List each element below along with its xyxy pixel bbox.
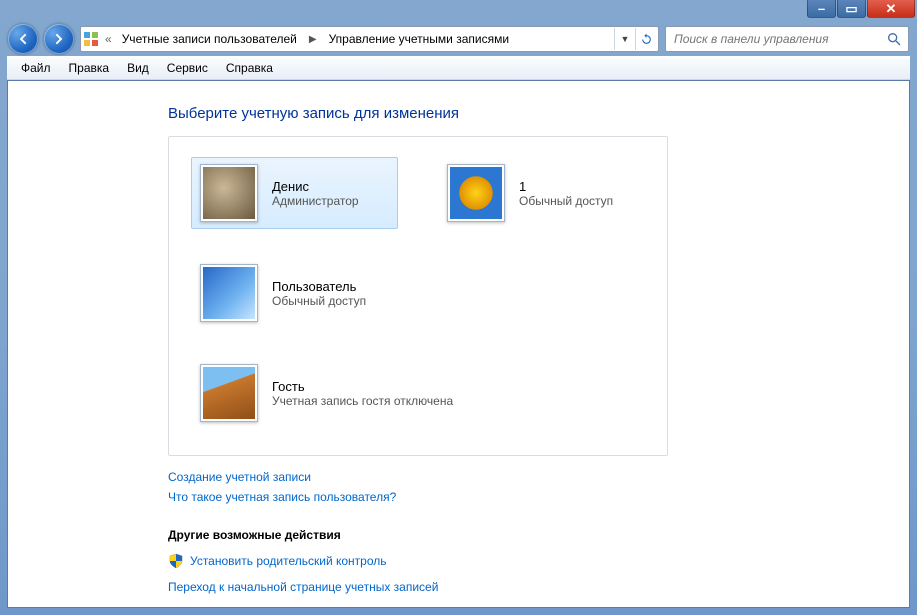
- control-panel-icon: [83, 31, 99, 47]
- avatar-suitcase-icon: [203, 367, 255, 419]
- menu-help[interactable]: Справка: [218, 59, 281, 77]
- menu-bar: Файл Правка Вид Сервис Справка: [7, 56, 910, 80]
- account-item-1[interactable]: 1 Обычный доступ: [438, 157, 645, 229]
- maximize-icon: ▭: [845, 1, 857, 17]
- content-area: Выберите учетную запись для изменения Де…: [8, 81, 909, 608]
- menu-file[interactable]: Файл: [13, 59, 59, 77]
- account-role: Администратор: [272, 194, 359, 208]
- other-actions-heading: Другие возможные действия: [168, 528, 889, 542]
- minimize-button[interactable]: –: [807, 0, 836, 18]
- account-name: 1: [519, 179, 613, 194]
- goto-accounts-home-link[interactable]: Переход к начальной странице учетных зап…: [168, 580, 889, 594]
- nav-row: « Учетные записи пользователей ▶ Управле…: [0, 22, 917, 56]
- back-button[interactable]: [8, 24, 38, 54]
- link-list: Создание учетной записи Что такое учетна…: [168, 470, 889, 504]
- avatar-sunflower-icon: [450, 167, 502, 219]
- breadcrumb-prefix: «: [103, 32, 114, 46]
- address-dropdown-button[interactable]: ▼: [614, 28, 635, 50]
- refresh-icon: [640, 33, 653, 46]
- avatar-cat-icon: [203, 167, 255, 219]
- avatar: [447, 164, 505, 222]
- other-actions: Другие возможные действия Установить род…: [168, 528, 889, 594]
- account-role: Обычный доступ: [519, 194, 613, 208]
- refresh-button[interactable]: [635, 28, 656, 50]
- avatar-coaster-icon: [203, 267, 255, 319]
- parental-control-link[interactable]: Установить родительский контроль: [190, 554, 387, 568]
- forward-arrow-icon: [51, 31, 67, 47]
- account-name: Денис: [272, 179, 359, 194]
- close-button[interactable]: ✕: [867, 0, 915, 18]
- search-box[interactable]: [665, 26, 909, 52]
- titlebar: – ▭ ✕: [0, 0, 917, 22]
- avatar: [200, 364, 258, 422]
- what-is-account-link[interactable]: Что такое учетная запись пользователя?: [168, 490, 889, 504]
- minimize-icon: –: [818, 1, 825, 16]
- breadcrumb-segment-1[interactable]: Учетные записи пользователей: [118, 32, 301, 46]
- account-role: Учетная запись гостя отключена: [272, 394, 453, 408]
- search-icon: [886, 31, 902, 47]
- account-item-polzovatel[interactable]: Пользователь Обычный доступ: [191, 257, 398, 329]
- menu-edit[interactable]: Правка: [61, 59, 118, 77]
- account-role: Обычный доступ: [272, 294, 366, 308]
- breadcrumb-segment-2[interactable]: Управление учетными записями: [325, 32, 513, 46]
- chevron-down-icon: ▼: [621, 34, 630, 44]
- maximize-button[interactable]: ▭: [837, 0, 866, 18]
- account-name: Гость: [272, 379, 453, 394]
- account-item-denis[interactable]: Денис Администратор: [191, 157, 398, 229]
- account-name: Пользователь: [272, 279, 366, 294]
- shield-icon: [168, 553, 184, 569]
- search-input[interactable]: [672, 31, 886, 47]
- address-bar[interactable]: « Учетные записи пользователей ▶ Управле…: [80, 26, 659, 52]
- back-arrow-icon: [15, 31, 31, 47]
- menu-view[interactable]: Вид: [119, 59, 157, 77]
- avatar: [200, 164, 258, 222]
- menu-tools[interactable]: Сервис: [159, 59, 216, 77]
- page-title: Выберите учетную запись для изменения: [168, 105, 889, 122]
- forward-button[interactable]: [44, 24, 74, 54]
- chevron-right-icon[interactable]: ▶: [305, 34, 321, 45]
- close-icon: ✕: [886, 1, 897, 17]
- create-account-link[interactable]: Создание учетной записи: [168, 470, 889, 484]
- avatar: [200, 264, 258, 322]
- accounts-panel: Денис Администратор 1 Обычный доступ: [168, 136, 668, 456]
- account-item-guest[interactable]: Гость Учетная запись гостя отключена: [191, 357, 645, 429]
